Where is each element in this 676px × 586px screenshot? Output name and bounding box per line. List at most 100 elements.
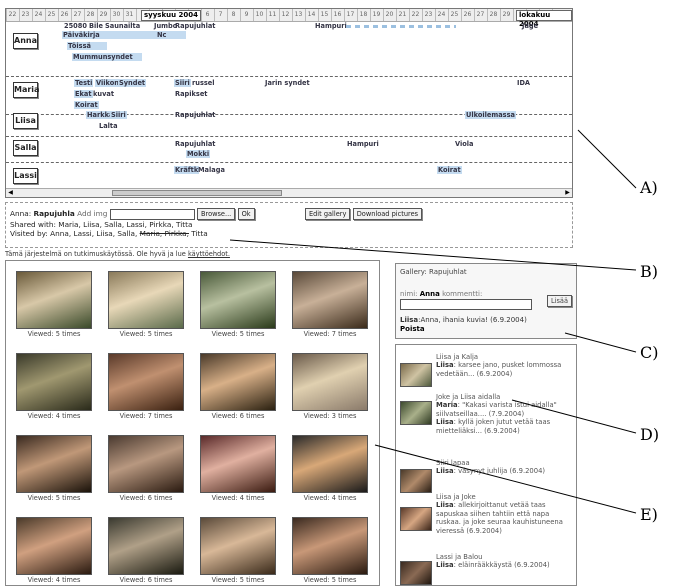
photo-thumbnail[interactable]: Viewed: 7 times: [290, 271, 370, 338]
photo-image[interactable]: [292, 517, 368, 575]
photo-image[interactable]: [16, 517, 92, 575]
photo-thumbnail[interactable]: Viewed: 5 times: [198, 517, 278, 584]
photo-image[interactable]: [200, 271, 276, 329]
event[interactable]: Bile: [88, 22, 104, 30]
event[interactable]: Viola: [454, 140, 475, 148]
person-maria[interactable]: Maria: [13, 82, 39, 98]
event[interactable]: Lalta: [98, 122, 119, 130]
person-anna[interactable]: Anna: [13, 33, 38, 49]
browse-button[interactable]: Browse...: [196, 208, 236, 220]
scroll-left-icon[interactable]: ◀: [6, 189, 15, 197]
event[interactable]: Rapujuhlat: [174, 22, 216, 30]
comment-thumbnail[interactable]: [400, 401, 432, 425]
event[interactable]: Syndet: [118, 79, 147, 87]
image-path-input[interactable]: [109, 208, 195, 220]
event[interactable]: Rapujuhlat: [174, 111, 216, 119]
terms-link[interactable]: käyttöehdot.: [188, 250, 230, 258]
edit-gallery-button[interactable]: Edit gallery: [304, 208, 351, 220]
photo-image[interactable]: [292, 435, 368, 493]
photo-image[interactable]: [16, 353, 92, 411]
event[interactable]: russel: [191, 79, 216, 87]
photo-thumbnail[interactable]: Viewed: 6 times: [106, 517, 186, 584]
comment-thumbnail[interactable]: [400, 363, 432, 387]
photo-thumbnail[interactable]: Viewed: 4 times: [198, 435, 278, 502]
person-liisa[interactable]: Liisa: [13, 113, 38, 129]
event[interactable]: Siiri: [110, 111, 127, 119]
photo-thumbnail[interactable]: Viewed: 6 times: [106, 435, 186, 502]
photo-image[interactable]: [108, 517, 184, 575]
photo-image[interactable]: [292, 271, 368, 329]
event[interactable]: Hampuri: [346, 140, 380, 148]
timeline-panel[interactable]: 2223242526272829303112345678910111213141…: [5, 8, 573, 198]
event[interactable]: IDA: [516, 79, 531, 87]
horizontal-scrollbar[interactable]: ◀ ▶: [6, 188, 572, 197]
event[interactable]: Siiri: [174, 79, 191, 87]
event[interactable]: Nc: [156, 31, 186, 39]
photo-image[interactable]: [108, 435, 184, 493]
event[interactable]: Malaga: [197, 166, 226, 174]
photo-thumbnail[interactable]: Viewed: 5 times: [290, 517, 370, 584]
person-salla[interactable]: Salla: [13, 140, 38, 156]
ok-button[interactable]: Ok: [237, 208, 255, 220]
photo-image[interactable]: [200, 517, 276, 575]
event[interactable]: Ekat: [74, 90, 93, 98]
event[interactable]: Mummunsyndet: [72, 53, 142, 61]
comment-author: Liisa: [436, 418, 454, 427]
photo-image[interactable]: [200, 353, 276, 411]
photo-thumbnail[interactable]: Viewed: 6 times: [198, 353, 278, 420]
photo-image[interactable]: [16, 435, 92, 493]
event[interactable]: Kräftk: [174, 166, 200, 174]
ruler-day: 29: [97, 9, 109, 21]
photo-thumbnail[interactable]: Viewed: 7 times: [106, 353, 186, 420]
event[interactable]: 25080: [63, 22, 88, 30]
download-pictures-button[interactable]: Download pictures: [352, 208, 423, 220]
comment-input[interactable]: [400, 299, 532, 310]
photo-thumbnail[interactable]: Viewed: 5 times: [14, 271, 94, 338]
callout-label-e: E): [640, 505, 658, 524]
person-lassi[interactable]: Lassi: [13, 168, 38, 184]
photo-thumbnail[interactable]: Viewed: 4 times: [290, 435, 370, 502]
event[interactable]: Mokki: [186, 150, 211, 158]
photo-image[interactable]: [16, 271, 92, 329]
photo-image[interactable]: [292, 353, 368, 411]
scroll-right-icon[interactable]: ▶: [563, 189, 572, 197]
save-comment-button[interactable]: Lisää: [546, 295, 572, 307]
event[interactable]: Hampuri: [314, 22, 348, 30]
photo-thumbnail[interactable]: Viewed: 4 times: [14, 353, 94, 420]
comment-item[interactable]: Liisa ja Kalja Liisa: karsee jano, puske…: [400, 353, 570, 387]
comment-item[interactable]: Liisa ja Joke Liisa: allekirjoittanut ve…: [400, 493, 570, 535]
view-count: Viewed: 6 times: [119, 576, 173, 584]
event[interactable]: Ulkoilemassa: [465, 111, 516, 119]
event[interactable]: Testi: [74, 79, 94, 87]
event[interactable]: Saunailta: [104, 22, 141, 30]
event[interactable]: Päiväkirja: [62, 31, 164, 39]
photo-thumbnail[interactable]: Viewed: 5 times: [106, 271, 186, 338]
photo-thumbnail[interactable]: Viewed: 5 times: [14, 435, 94, 502]
comment-thumbnail[interactable]: [400, 507, 432, 531]
scroll-thumb[interactable]: [112, 190, 282, 196]
event[interactable]: Jarin syndet: [264, 79, 311, 87]
photo-image[interactable]: [108, 353, 184, 411]
event[interactable]: Jäge: [521, 22, 539, 30]
photo-image[interactable]: [108, 271, 184, 329]
comment-thumbnail[interactable]: [400, 469, 432, 493]
event[interactable]: Töissä: [67, 42, 107, 50]
photo-image[interactable]: [200, 435, 276, 493]
comment-author: Liisa: [400, 316, 419, 324]
ruler-day: 24: [32, 9, 44, 21]
comment-label: kommentti:: [442, 290, 483, 298]
event[interactable]: Rapujuhlat: [174, 140, 216, 148]
photo-thumbnail[interactable]: Viewed: 4 times: [14, 517, 94, 584]
event[interactable]: Viikon: [95, 79, 120, 87]
photo-thumbnail[interactable]: Viewed: 5 times: [198, 271, 278, 338]
event[interactable]: Rapikset: [174, 90, 208, 98]
comment-item[interactable]: Joke ja Liisa aidalla Maria: "Kakasi var…: [400, 393, 570, 435]
comment-thumbnail[interactable]: [400, 561, 432, 585]
photo-thumbnail[interactable]: Viewed: 3 times: [290, 353, 370, 420]
event[interactable]: Koirat: [437, 166, 462, 174]
comment-item[interactable]: Lassi ja Balou Liisa: eläinrääkkäystä (6…: [400, 553, 570, 585]
comment-item[interactable]: Siiri lapaa Liisa: väsynyt juhlija (6.9.…: [400, 459, 570, 493]
delete-comment-link[interactable]: Poista: [400, 325, 572, 334]
event[interactable]: kuvat: [92, 90, 115, 98]
date-ruler[interactable]: 2223242526272829303112345678910111213141…: [6, 9, 572, 28]
